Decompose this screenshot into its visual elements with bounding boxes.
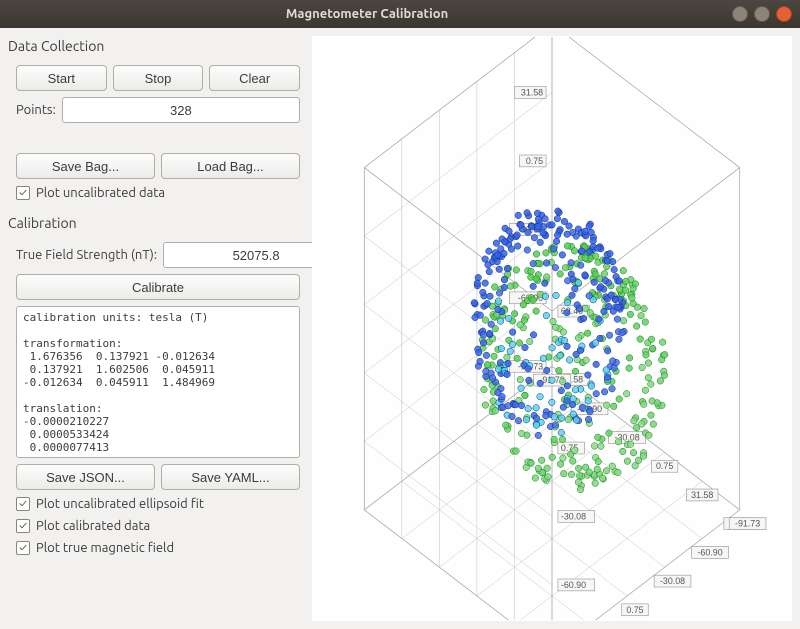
start-button[interactable]: Start bbox=[16, 65, 107, 91]
svg-text:-60.90: -60.90 bbox=[697, 547, 722, 557]
maximize-icon[interactable] bbox=[754, 6, 770, 22]
calibrate-button[interactable]: Calibrate bbox=[16, 274, 300, 300]
points-field[interactable] bbox=[62, 97, 300, 123]
clear-button[interactable]: Clear bbox=[209, 65, 300, 91]
svg-text:31.58: 31.58 bbox=[521, 87, 543, 97]
svg-text:-91.73: -91.73 bbox=[735, 519, 760, 529]
data-collection-group: Start Stop Clear Points: Save Bag... Loa… bbox=[8, 61, 308, 209]
save-yaml-button[interactable]: Save YAML... bbox=[161, 464, 300, 490]
svg-text:-30.08: -30.08 bbox=[660, 576, 685, 586]
plot-svg: 62.4031.580.75-30.08-60.90-91.73 62.4031… bbox=[313, 37, 791, 620]
svg-text:0.75: 0.75 bbox=[626, 605, 643, 615]
minimize-icon[interactable] bbox=[732, 6, 748, 22]
load-bag-button[interactable]: Load Bag... bbox=[161, 153, 300, 179]
svg-text:31.58: 31.58 bbox=[691, 490, 713, 500]
plot-calibrated-data-checkbox[interactable]: ✓ bbox=[16, 519, 30, 533]
plot-true-field-label: Plot true magnetic field bbox=[36, 541, 174, 555]
window-title: Magnetometer Calibration bbox=[8, 7, 726, 21]
calibration-group: True Field Strength (nT): Calibrate Save… bbox=[8, 238, 308, 564]
svg-text:0.75: 0.75 bbox=[526, 156, 543, 166]
calibration-output[interactable] bbox=[16, 306, 300, 458]
points-label: Points: bbox=[16, 103, 56, 117]
titlebar: Magnetometer Calibration bbox=[0, 0, 800, 28]
close-icon[interactable] bbox=[776, 6, 792, 22]
plot-uncalibrated-fit-label: Plot uncalibrated ellipsoid fit bbox=[36, 497, 204, 511]
plot-uncalibrated-data-label: Plot uncalibrated data bbox=[36, 186, 165, 200]
svg-text:-60.90: -60.90 bbox=[561, 580, 586, 590]
plot-uncalibrated-data-checkbox[interactable]: ✓ bbox=[16, 186, 30, 200]
svg-text:0.75: 0.75 bbox=[656, 461, 673, 471]
save-bag-button[interactable]: Save Bag... bbox=[16, 153, 155, 179]
true-field-label: True Field Strength (nT): bbox=[16, 248, 157, 262]
plot-3d[interactable]: 62.4031.580.75-30.08-60.90-91.73 62.4031… bbox=[312, 36, 792, 621]
svg-text:-30.08: -30.08 bbox=[561, 511, 586, 521]
plot-true-field-checkbox[interactable]: ✓ bbox=[16, 541, 30, 555]
calibration-heading: Calibration bbox=[8, 213, 308, 234]
plot-uncalibrated-fit-checkbox[interactable]: ✓ bbox=[16, 497, 30, 511]
stop-button[interactable]: Stop bbox=[113, 65, 204, 91]
data-collection-heading: Data Collection bbox=[8, 36, 308, 57]
save-json-button[interactable]: Save JSON... bbox=[16, 464, 155, 490]
plot-calibrated-data-label: Plot calibrated data bbox=[36, 519, 150, 533]
